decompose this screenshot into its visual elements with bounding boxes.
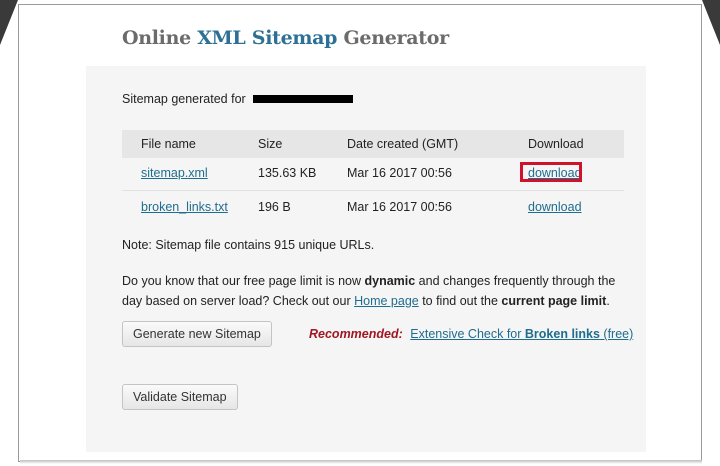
file-date: Mar 16 2017 00:56 [347,200,452,214]
broken-links-check-link[interactable]: Extensive Check for Broken links (free) [410,327,633,341]
file-size: 135.63 KB [258,166,317,180]
file-link-sitemap-xml[interactable]: sitemap.xml [141,166,208,180]
recommended-section: Recommended: Extensive Check for Broken … [309,327,633,341]
recommended-label: Recommended: [309,327,403,341]
page-curl-right [702,0,720,45]
redacted-url [253,94,354,103]
column-header-download: Download [528,137,584,151]
column-header-date: Date created (GMT) [347,137,459,151]
page-limit-info: Do you know that our free page limit is … [122,274,616,308]
page-title: Online XML Sitemap Generator [122,27,449,49]
frame-shadow [20,460,702,464]
download-highlight-box [520,162,582,182]
generated-for-text: Sitemap generated for [122,92,354,106]
download-link-broken-links[interactable]: download [528,200,582,214]
generated-for-label: Sitemap generated for [122,92,246,106]
url-count-note: Note: Sitemap file contains 915 unique U… [122,238,375,252]
validate-sitemap-button[interactable]: Validate Sitemap [122,384,238,410]
file-size: 196 B [258,200,291,214]
column-header-size: Size [258,137,283,151]
page-curl-left [0,0,18,45]
home-page-link[interactable]: Home page [354,294,419,308]
file-link-broken-links[interactable]: broken_links.txt [141,200,228,214]
row-divider [122,190,624,191]
column-header-file-name: File name [141,137,196,151]
generate-new-sitemap-button[interactable]: Generate new Sitemap [122,321,272,347]
file-date: Mar 16 2017 00:56 [347,166,452,180]
